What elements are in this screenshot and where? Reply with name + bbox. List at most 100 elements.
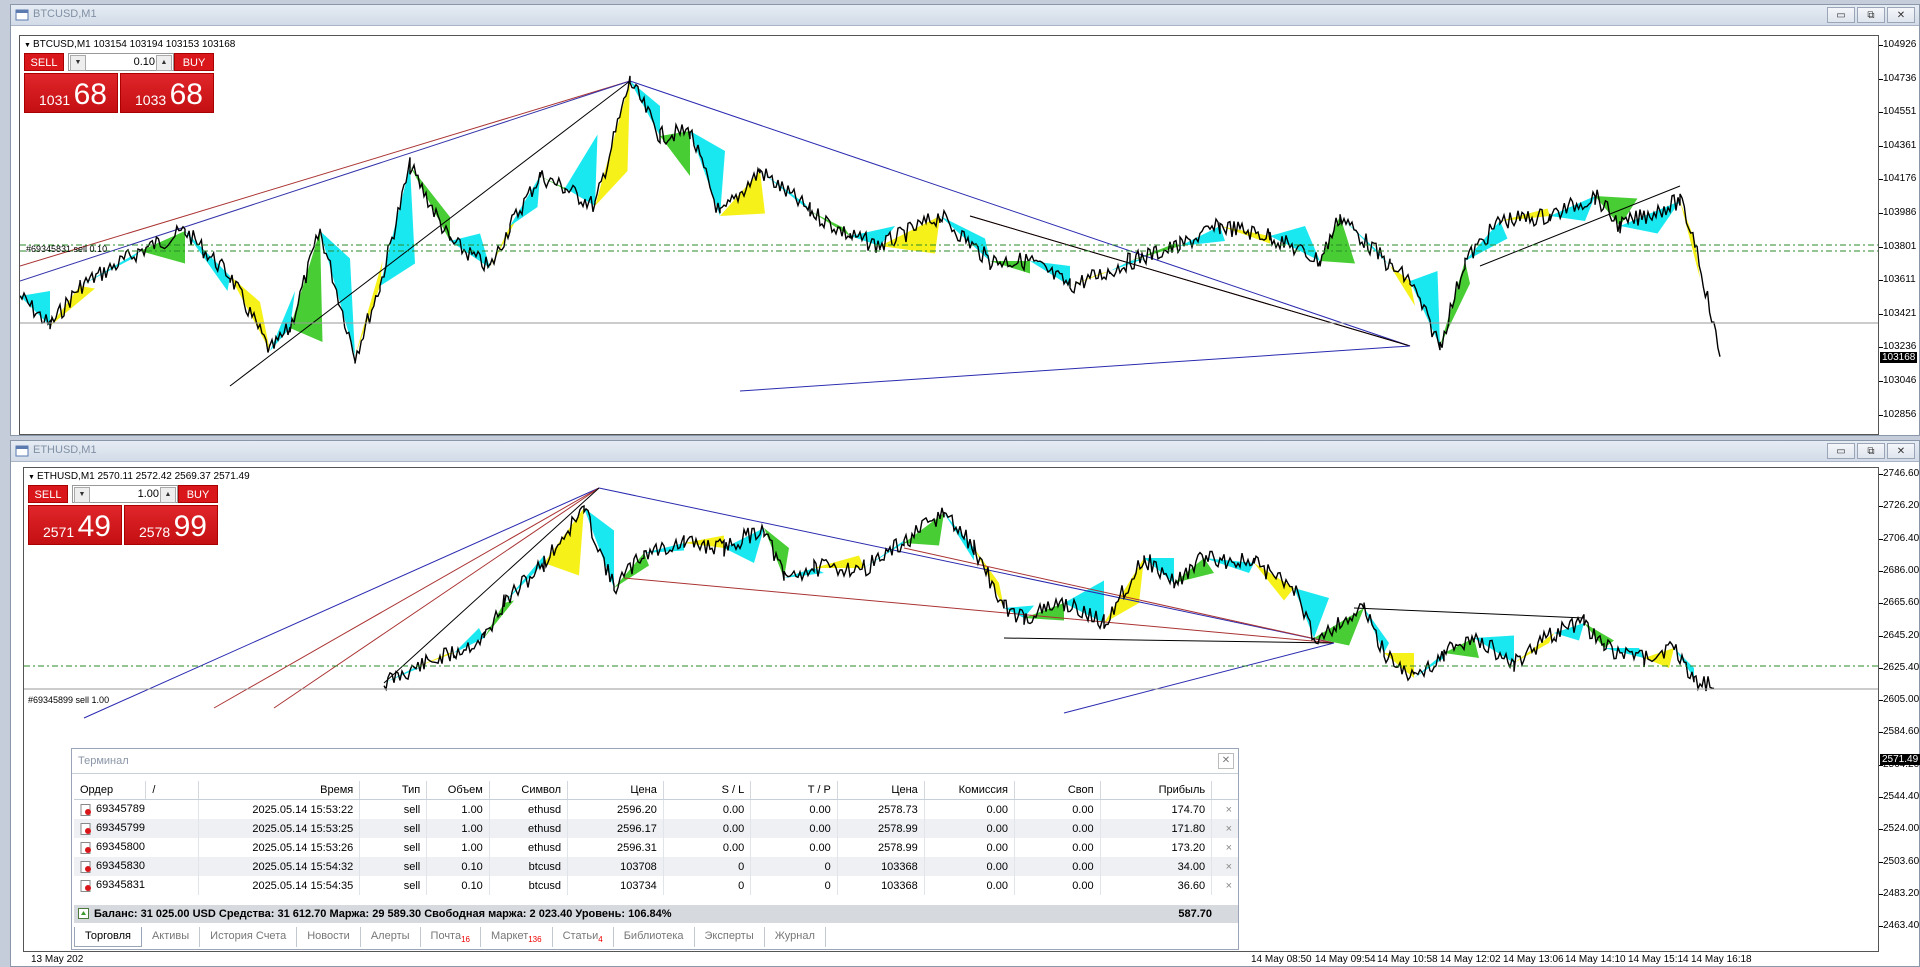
col-profit[interactable]: Прибыль <box>1100 781 1213 800</box>
lot-size-stepper[interactable]: ▼ 1.00 ▲ <box>72 485 178 503</box>
trend-line[interactable] <box>273 487 600 709</box>
close-order-icon[interactable]: × <box>1212 838 1238 857</box>
col-commission[interactable]: Комиссия <box>924 781 1015 800</box>
order-row[interactable]: 69345799 2025.05.14 15:53:25 sell 1.00 ethus… <box>74 819 1238 838</box>
close-button[interactable]: ✕ <box>1887 7 1915 23</box>
ethusd-titlebar[interactable]: ETHUSD,M1 ▭ ⧉ ✕ <box>11 441 1919 462</box>
zigzag-fill <box>904 513 944 546</box>
close-order-icon[interactable]: × <box>1212 800 1238 820</box>
price-line <box>20 75 1721 364</box>
col-order[interactable]: Ордер <box>74 781 147 800</box>
btcusd-symbol-header: ▼ BTCUSD,M1 103154 103194 103153 103168 <box>24 39 236 50</box>
btcusd-chart-window[interactable]: BTCUSD,M1 ▭ ⧉ ✕ ▼ BTCUSD,M1 103154 103194… <box>10 4 1920 436</box>
col-current-price[interactable]: Цена <box>837 781 925 800</box>
col-sort[interactable]: / <box>145 781 199 800</box>
col-tp[interactable]: T / P <box>750 781 838 800</box>
terminal-header[interactable]: Терминал ✕ <box>72 749 1238 774</box>
btcusd-titlebar[interactable]: BTCUSD,M1 ▭ ⧉ ✕ <box>11 5 1919 26</box>
buy-button[interactable]: BUY <box>174 53 214 71</box>
tab-4[interactable]: Алерты <box>361 927 421 947</box>
col-symbol[interactable]: Символ <box>489 781 569 800</box>
cell-cur-price: 2578.99 <box>837 819 925 838</box>
tab-9[interactable]: Эксперты <box>695 927 765 947</box>
btcusd-plot-area[interactable]: ▼ BTCUSD,M1 103154 103194 103153 103168 S… <box>19 35 1879 435</box>
ethusd-time-axis[interactable]: 13 May 202 14 May 08:50 14 May 09:54 14 … <box>23 952 1879 966</box>
time-label: 14 May 16:18 <box>1691 954 1752 965</box>
minimize-button[interactable]: ▭ <box>1827 7 1855 23</box>
lot-value[interactable]: 1.00 <box>138 486 159 502</box>
col-swap[interactable]: Своп <box>1014 781 1101 800</box>
trend-line[interactable] <box>903 547 1335 644</box>
order-row[interactable]: 69345831 2025.05.14 15:54:35 sell 0.10 btcus… <box>74 876 1238 895</box>
sell-price-box[interactable]: 2571 49 <box>28 505 122 545</box>
restore-button[interactable]: ⧉ <box>1857 443 1885 459</box>
col-price[interactable]: Цена <box>567 781 664 800</box>
cell-type: sell <box>359 838 428 857</box>
col-type[interactable]: Тип <box>359 781 428 800</box>
trend-line[interactable] <box>213 487 600 709</box>
minimize-button[interactable]: ▭ <box>1827 443 1855 459</box>
cell-profit: 173.20 <box>1100 838 1213 857</box>
terminal-close-icon[interactable]: ✕ <box>1218 753 1234 769</box>
buy-price-small: 1033 <box>135 92 167 108</box>
tab-0[interactable]: Торговля <box>74 927 142 947</box>
tab-6[interactable]: Маркет136 <box>481 927 553 947</box>
trend-line[interactable] <box>383 487 600 684</box>
cell-swap: 0.00 <box>1014 857 1101 876</box>
sell-price-box[interactable]: 1031 68 <box>24 73 118 113</box>
price-label: 2706.40 <box>1883 532 1920 544</box>
buy-button[interactable]: BUY <box>178 485 218 503</box>
trend-line[interactable] <box>623 577 1335 644</box>
trend-line[interactable] <box>229 80 631 387</box>
tab-7[interactable]: Статьи4 <box>553 927 614 947</box>
cell-type: sell <box>359 799 428 819</box>
col-sl[interactable]: S / L <box>663 781 752 800</box>
lot-value[interactable]: 0.10 <box>134 54 155 70</box>
lot-decrease-icon[interactable]: ▼ <box>70 55 86 71</box>
sell-button[interactable]: SELL <box>24 53 64 71</box>
trend-line[interactable] <box>1353 607 1585 619</box>
ethusd-price-axis[interactable]: 2746.60 2726.20 2706.40 2686.00 2665.60 2645.… <box>1879 467 1920 952</box>
tab-1[interactable]: Активы <box>142 927 201 947</box>
buy-price-big: 68 <box>169 78 203 111</box>
trend-line[interactable] <box>739 345 1411 392</box>
terminal-panel[interactable]: Терминал ✕ Ордер / Время Тип Объем Симво… <box>71 748 1239 950</box>
order-row[interactable]: 69345830 2025.05.14 15:54:32 sell 0.10 btcus… <box>74 857 1238 876</box>
tab-label: Статьи <box>562 930 599 942</box>
price-label: 103421 <box>1883 307 1917 319</box>
lot-size-stepper[interactable]: ▼ 0.10 ▲ <box>68 53 174 71</box>
close-order-icon[interactable]: × <box>1211 857 1238 876</box>
order-row[interactable]: 69345789 2025.05.14 15:53:22 sell 1.00 ethus… <box>74 799 1238 820</box>
tab-2[interactable]: История Счета <box>200 927 298 947</box>
close-order-icon[interactable]: × <box>1211 819 1238 838</box>
lot-increase-icon[interactable]: ▲ <box>156 55 172 71</box>
price-label: 104926 <box>1883 39 1917 50</box>
restore-button[interactable]: ⧉ <box>1857 7 1885 23</box>
buy-price-box[interactable]: 1033 68 <box>120 73 214 113</box>
lot-increase-icon[interactable]: ▲ <box>160 487 176 503</box>
zigzag-fill <box>944 513 974 561</box>
trend-line[interactable] <box>598 487 1335 644</box>
trend-line[interactable] <box>1063 642 1335 714</box>
order-row[interactable]: 69345800 2025.05.14 15:53:26 sell 1.00 ethus… <box>74 838 1238 857</box>
tab-3[interactable]: Новости <box>297 927 361 947</box>
price-label: 103986 <box>1883 207 1917 218</box>
cell-volume: 0.10 <box>426 857 490 876</box>
tab-5[interactable]: Почта16 <box>421 927 481 947</box>
cell-profit: 174.70 <box>1100 799 1213 819</box>
col-volume[interactable]: Объем <box>426 781 490 800</box>
order-number: 69345830 <box>96 860 145 873</box>
buy-price-box[interactable]: 2578 99 <box>124 505 218 545</box>
col-time[interactable]: Время <box>198 781 361 800</box>
btcusd-price-axis[interactable]: 104926 104736 104551 104361 104176 103986 1038… <box>1879 35 1920 435</box>
tab-10[interactable]: Журнал <box>765 927 826 947</box>
price-label: 103801 <box>1883 240 1917 252</box>
sell-button[interactable]: SELL <box>28 485 68 503</box>
close-order-icon[interactable]: × <box>1212 876 1238 895</box>
close-button[interactable]: ✕ <box>1887 443 1915 459</box>
tab-8[interactable]: Библиотека <box>614 927 695 947</box>
lot-decrease-icon[interactable]: ▼ <box>74 487 90 503</box>
cell-commission: 0.00 <box>924 799 1015 819</box>
cell-price: 2596.31 <box>567 838 664 857</box>
sell-price-big: 49 <box>77 510 111 543</box>
